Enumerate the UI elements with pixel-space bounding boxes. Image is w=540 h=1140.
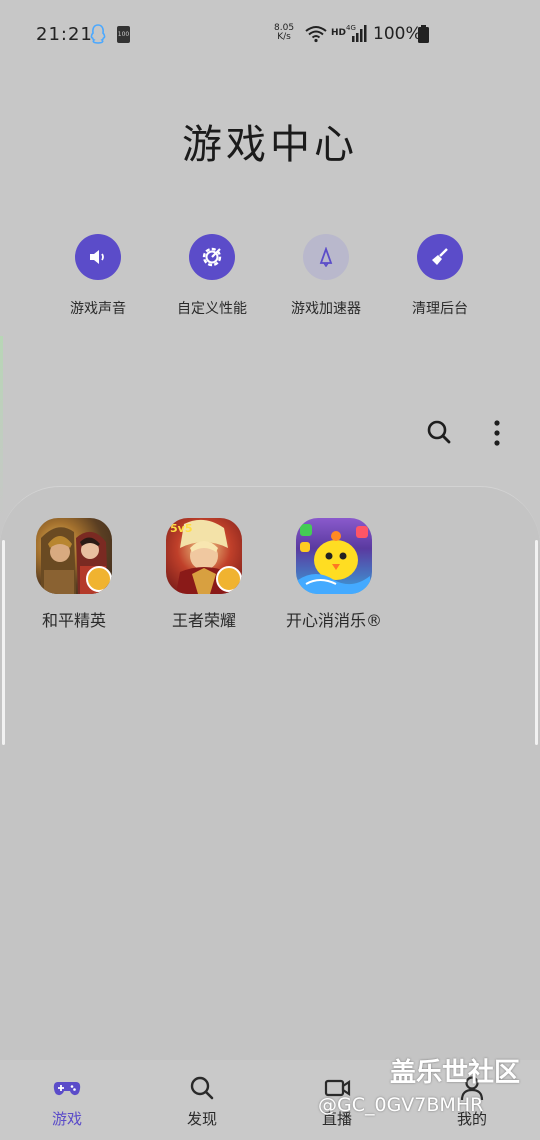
game-label: 开心消消乐® [285, 611, 382, 630]
honor-of-kings-icon[interactable]: 5v5 [166, 518, 242, 594]
game-item[interactable]: 和平精英 [4, 518, 144, 631]
quick-action-circle[interactable] [417, 234, 463, 280]
broom-icon [432, 248, 448, 265]
search-icon [190, 1076, 214, 1100]
page-title: 游戏中心 [182, 122, 358, 168]
network-speed: 8.05 K/s [274, 24, 294, 42]
happy-elimination-icon[interactable] [296, 518, 372, 594]
game-booster-badge [86, 566, 112, 592]
pubg-icon[interactable] [36, 518, 112, 594]
quick-action-label: 清理后台 [412, 301, 468, 317]
quick-action-circle[interactable] [75, 234, 121, 280]
signal-icon: 4G [346, 24, 367, 42]
gamepad-icon [53, 1082, 81, 1096]
battery-percent: 100% [373, 24, 422, 44]
quick-action-label: 游戏声音 [70, 301, 126, 317]
game-item[interactable]: 开心消消乐® [264, 518, 404, 631]
quick-action-clean-background[interactable]: 清理后台 [380, 234, 500, 318]
svg-text:4G: 4G [346, 24, 356, 32]
nav-tab-discover[interactable]: 发现 [162, 1074, 242, 1129]
wifi-icon [305, 26, 327, 43]
sd-card-icon: 100 [117, 26, 130, 43]
speaker-icon [90, 250, 104, 264]
more-vertical-icon[interactable] [490, 418, 504, 448]
status-bar: 21:21 100 8.05 K/s HD 4G 100% [0, 0, 540, 68]
nav-label: 游戏 [51, 1110, 82, 1128]
qq-icon [90, 24, 106, 44]
svg-text:5v5: 5v5 [170, 522, 192, 535]
quick-action-label: 自定义性能 [177, 301, 247, 317]
happy-elimination-artwork [298, 524, 370, 594]
game-label: 和平精英 [41, 611, 106, 630]
battery-icon [418, 25, 429, 43]
watermark-handle: @GC_0GV7BMHR [318, 1094, 484, 1116]
game-label: 王者荣耀 [171, 611, 236, 630]
watermark-title: 盖乐世社区 [390, 1058, 521, 1088]
quick-actions: 游戏声音 自定义性能 游戏加速器 清理后台 [0, 234, 540, 324]
quick-action-label: 游戏加速器 [291, 301, 361, 317]
status-time: 21:21 [36, 24, 93, 45]
edge-panel-hint [0, 336, 3, 516]
quick-action-circle[interactable] [303, 234, 349, 280]
quick-action-game-sound[interactable]: 游戏声音 [38, 234, 158, 318]
gear-icon [202, 247, 222, 267]
quick-action-game-booster[interactable]: 游戏加速器 [266, 234, 386, 318]
nav-tab-games[interactable]: 游戏 [27, 1074, 107, 1129]
edge-handle-right[interactable] [535, 540, 538, 745]
search-icon[interactable] [426, 418, 452, 446]
game-item[interactable]: 5v5 王者荣耀 [134, 518, 274, 631]
quick-action-custom-performance[interactable]: 自定义性能 [152, 234, 272, 318]
hd-label: HD [331, 28, 347, 38]
nav-label: 发现 [186, 1110, 217, 1128]
network-speed-unit: K/s [277, 32, 291, 42]
quick-action-circle[interactable] [189, 234, 235, 280]
game-booster-badge [216, 566, 242, 592]
rocket-icon [319, 247, 333, 267]
